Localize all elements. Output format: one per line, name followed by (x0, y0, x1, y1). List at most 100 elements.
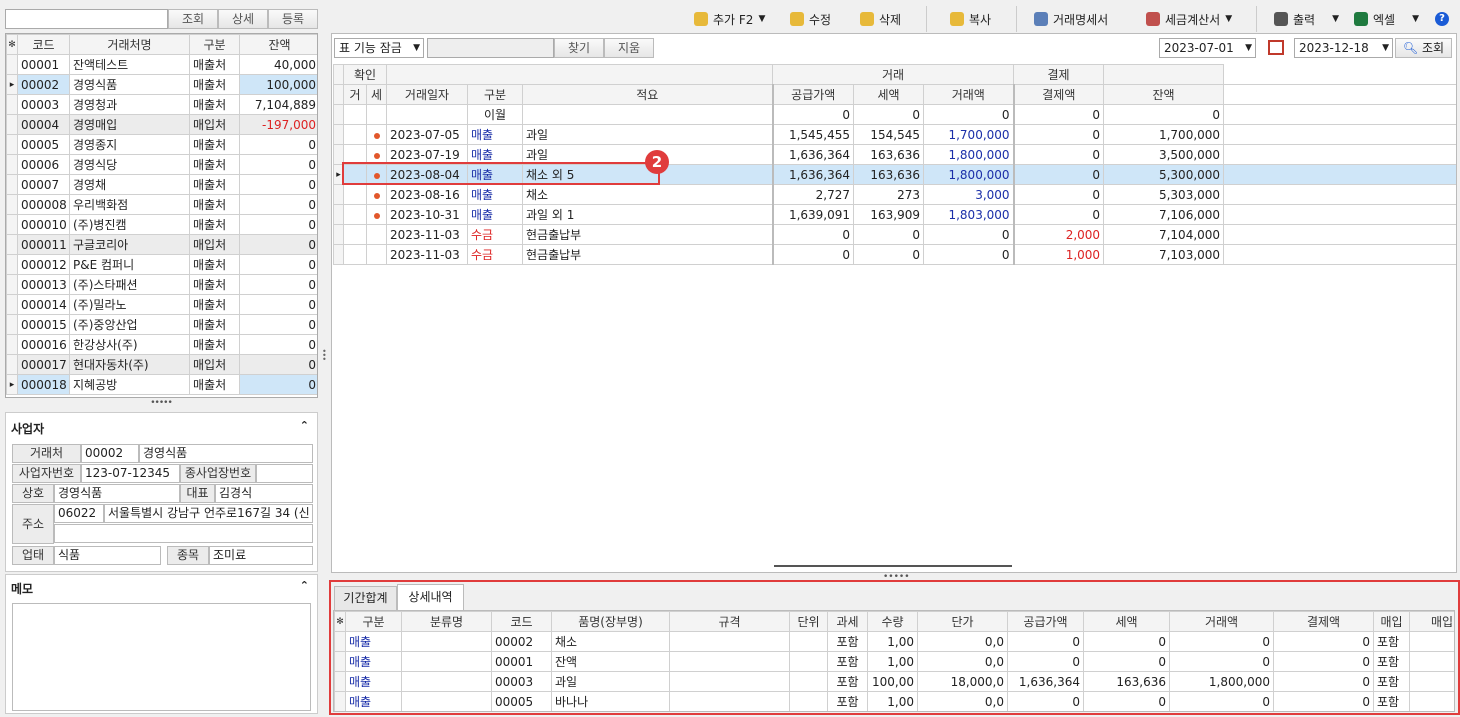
client-row[interactable]: 00007 경영채 매출처 0 (6, 174, 317, 195)
client-name-field[interactable]: 경영식품 (139, 444, 313, 463)
find-button[interactable]: 찾기 (554, 38, 604, 58)
col-amount[interactable]: 거래액 (923, 84, 1015, 105)
col-unit[interactable]: 단위 (789, 611, 828, 632)
client-row[interactable]: 00004 경영매입 매입처 -197,000 (6, 114, 317, 135)
col-supply[interactable]: 공급가액 (771, 84, 855, 105)
bizno-field[interactable]: 123-07-12345 (81, 464, 180, 483)
col-tax[interactable]: 세액 (1083, 611, 1170, 632)
confirm-g-cell[interactable] (343, 184, 367, 205)
tab-period-total[interactable]: 기간합계 (334, 586, 397, 610)
query-button[interactable]: 🔍︎ 조회 (1395, 38, 1452, 58)
confirm-s-cell[interactable] (366, 244, 387, 265)
col-buy-2[interactable]: 매입 (1409, 611, 1454, 632)
delete-button[interactable]: 삭제 (860, 8, 901, 30)
col-spec[interactable]: 규격 (669, 611, 790, 632)
col-taxable[interactable]: 과세 (827, 611, 868, 632)
company-field[interactable]: 경영식품 (54, 484, 180, 503)
client-row[interactable]: 000011 구글코리아 매입처 0 (6, 234, 317, 255)
clear-button[interactable]: 지움 (604, 38, 654, 58)
edit-button[interactable]: 수정 (790, 8, 831, 30)
print-button[interactable]: 출력 ▼ (1274, 8, 1339, 30)
transaction-row[interactable]: 2023-07-05 매출 과일 1,545,455 154,545 1,700,000 0… (333, 124, 1456, 145)
ceo-field[interactable]: 김경식 (215, 484, 313, 503)
col-client-name[interactable]: 거래처명 (69, 34, 190, 55)
col-payamt[interactable]: 결제액 (1012, 84, 1105, 105)
confirm-s-cell[interactable] (366, 124, 387, 145)
confirm-s-cell[interactable] (366, 224, 387, 245)
address-detail-field[interactable] (54, 524, 313, 543)
confirm-g-cell[interactable] (343, 244, 367, 265)
transaction-row[interactable]: 2023-08-16 매출 채소 2,727 273 3,000 0 5,303,000 (333, 184, 1456, 205)
subbiz-field[interactable] (256, 464, 313, 483)
client-row[interactable]: 000012 P&E 컴퍼니 매출처 0 (6, 254, 317, 275)
help-icon[interactable]: ? (1435, 12, 1449, 26)
col-code[interactable]: 코드 (17, 34, 70, 55)
tax-invoice-button[interactable]: 세금계산서 ▼ (1146, 8, 1232, 30)
col-balance[interactable]: 잔액 (1103, 84, 1225, 105)
memo-textarea[interactable] (12, 603, 311, 711)
col-g[interactable]: 거 (343, 84, 367, 105)
col-balance[interactable]: 잔액 (239, 34, 317, 55)
client-search-input[interactable] (5, 9, 168, 29)
detail-row[interactable]: 매출 00001 잔액 포함 1,00 0,0 0 0 0 0 포함 (334, 651, 1454, 672)
client-row[interactable]: 00005 경영종지 매출처 0 (6, 134, 317, 155)
copy-button[interactable]: 복사 (950, 8, 991, 30)
collapse-icon[interactable]: ⌃ (300, 579, 309, 592)
biztype-field[interactable]: 식품 (54, 546, 161, 565)
confirm-g-cell[interactable] (343, 204, 367, 225)
confirm-g-cell[interactable] (343, 224, 367, 245)
col-price[interactable]: 단가 (917, 611, 1008, 632)
date-from-input[interactable]: 2023-07-01 ▼ (1159, 38, 1256, 58)
splitter-handle[interactable]: ••••• (150, 398, 173, 408)
client-row[interactable]: 000017 현대자동차(주) 매입처 0 (6, 354, 317, 375)
confirm-s-cell[interactable] (366, 204, 387, 225)
table-lock-select[interactable]: 표 기능 잠금 ▼ (334, 38, 424, 58)
splitter-handle[interactable]: ••••• (883, 572, 910, 582)
find-input[interactable] (427, 38, 554, 58)
transaction-row[interactable]: 2023-10-31 매출 과일 외 1 1,639,091 163,909 1,803,… (333, 204, 1456, 225)
confirm-g-cell[interactable] (343, 104, 367, 125)
add-button[interactable]: 추가 F2 ▼ (694, 8, 765, 30)
col-type[interactable]: 구분 (345, 611, 402, 632)
client-row[interactable]: 000015 (주)중앙산업 매출처 0 (6, 314, 317, 335)
col-memo[interactable]: 적요 (521, 84, 774, 105)
detail-row[interactable]: 매출 00002 채소 포함 1,00 0,0 0 0 0 0 포함 (334, 631, 1454, 652)
confirm-g-cell[interactable] (343, 124, 367, 145)
horizontal-scrollbar[interactable] (774, 565, 1012, 567)
col-type[interactable]: 구분 (467, 84, 523, 105)
col-qty[interactable]: 수량 (867, 611, 918, 632)
client-row[interactable]: ▸ 000018 지혜공방 매출처 0 (6, 374, 317, 395)
client-row[interactable]: 000014 (주)밀라노 매출처 0 (6, 294, 317, 315)
date-to-input[interactable]: 2023-12-18 ▼ (1294, 38, 1393, 58)
col-supply[interactable]: 공급가액 (1007, 611, 1084, 632)
col-date[interactable]: 거래일자 (386, 84, 468, 105)
col-type[interactable]: 구분 (189, 34, 240, 55)
item-field[interactable]: 조미료 (209, 546, 313, 565)
detail-row[interactable]: 매출 00005 바나나 포함 1,00 0,0 0 0 0 0 포함 (334, 691, 1454, 711)
calendar-icon[interactable] (1268, 40, 1284, 55)
col-item-name[interactable]: 품명(장부명) (551, 611, 670, 632)
transaction-row[interactable]: 2023-11-03 수금 현금출납부 0 0 0 2,000 7,104,000 (333, 224, 1456, 245)
client-detail-button[interactable]: 상세 (218, 9, 268, 29)
transaction-row[interactable]: 2023-11-03 수금 현금출납부 0 0 0 1,000 7,103,000 (333, 244, 1456, 265)
excel-button[interactable]: 엑셀 ▼ (1354, 8, 1419, 30)
client-search-button[interactable]: 조회 (168, 9, 218, 29)
client-code-field[interactable]: 00002 (81, 444, 139, 463)
client-row[interactable]: 00003 경영청과 매출처 7,104,889 (6, 94, 317, 115)
col-buy[interactable]: 매입 (1373, 611, 1410, 632)
client-row[interactable]: 000016 한강상사(주) 매출처 0 (6, 334, 317, 355)
statement-button[interactable]: 거래명세서 (1034, 8, 1108, 30)
vertical-splitter[interactable]: • • • (322, 348, 328, 364)
client-row[interactable]: 000008 우리백화점 매출처 0 (6, 194, 317, 215)
client-row[interactable]: 00006 경영식당 매출처 0 (6, 154, 317, 175)
address-field[interactable]: 서울특별시 강남구 언주로167길 34 (신 (104, 504, 313, 523)
client-row[interactable]: ▸ 00002 경영식품 매출처 100,000 (6, 74, 317, 95)
client-row[interactable]: 000013 (주)스타패션 매출처 0 (6, 274, 317, 295)
col-s[interactable]: 세 (366, 84, 387, 105)
client-row[interactable]: 000010 (주)병진캠 매출처 0 (6, 214, 317, 235)
col-amount[interactable]: 거래액 (1169, 611, 1274, 632)
collapse-icon[interactable]: ⌃ (300, 419, 309, 432)
confirm-s-cell[interactable] (366, 104, 387, 125)
client-row[interactable]: 00001 잔액테스트 매출처 40,000 (6, 54, 317, 75)
tab-detail[interactable]: 상세내역 (397, 584, 464, 611)
